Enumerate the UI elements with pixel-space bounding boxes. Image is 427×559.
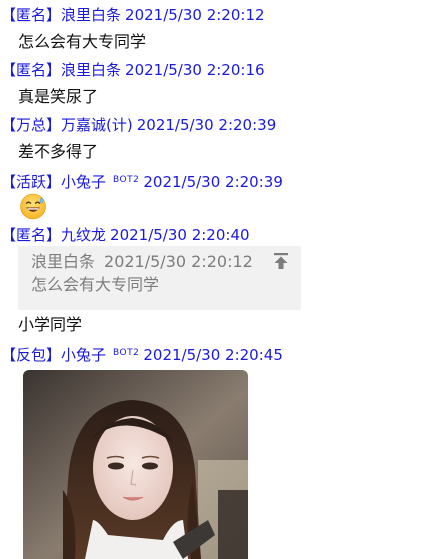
chat-log: 【匿名】浪里白条 2021/5/30 2:20:12 怎么会有大专同学 【匿名】浪… <box>0 0 427 559</box>
message-time: 2021/5/30 2:20:45 <box>143 346 283 364</box>
jump-to-top-icon[interactable] <box>271 251 291 271</box>
sender-name[interactable]: 万嘉诚(计) <box>61 116 133 134</box>
sender-tag: 【活跃】 <box>1 173 62 191</box>
sender-tag: 【匿名】 <box>1 6 62 24</box>
message-header: 【活跃】小兔子 BOT2 2021/5/30 2:20:39 <box>1 169 283 191</box>
quote-sender-name: 浪里白条 <box>31 252 96 271</box>
sender-tag: 【匿名】 <box>1 226 62 244</box>
bot-badge: BOT2 <box>113 348 140 358</box>
message-text: 差不多得了 <box>18 142 99 161</box>
message-header: 【匿名】浪里白条 2021/5/30 2:20:12 <box>1 4 265 26</box>
sender-name[interactable]: 浪里白条 <box>61 61 121 79</box>
sweat-smile-emoji[interactable] <box>19 192 47 220</box>
message-time: 2021/5/30 2:20:40 <box>110 226 250 244</box>
photo-of-woman[interactable] <box>23 370 248 559</box>
message-time: 2021/5/30 2:20:39 <box>136 116 277 134</box>
sender-tag: 【反包】 <box>1 346 62 364</box>
sender-name[interactable]: 小兔子 <box>61 346 106 364</box>
sender-tag: 【万总】 <box>1 116 62 134</box>
message-time: 2021/5/30 2:20:16 <box>125 61 265 79</box>
quote-time: 2021/5/30 2:20:12 <box>104 252 253 271</box>
message-header: 【匿名】浪里白条 2021/5/30 2:20:16 <box>1 59 265 81</box>
sender-name[interactable]: 浪里白条 <box>61 6 121 24</box>
message-text: 小学同学 <box>18 315 83 334</box>
message-header: 【反包】小兔子 BOT2 2021/5/30 2:20:45 <box>1 342 283 364</box>
sender-name[interactable]: 九纹龙 <box>61 226 106 244</box>
sender-name[interactable]: 小兔子 <box>61 173 106 191</box>
message-text: 真是笑尿了 <box>18 87 99 106</box>
quote-text: 怎么会有大专同学 <box>31 275 160 294</box>
photo-image <box>23 370 248 559</box>
message-time: 2021/5/30 2:20:12 <box>125 6 265 24</box>
sender-tag: 【匿名】 <box>1 61 62 79</box>
message-header: 【匿名】九纹龙 2021/5/30 2:20:40 <box>1 224 250 246</box>
bot-badge: BOT2 <box>113 175 140 185</box>
message-header: 【万总】万嘉诚(计) 2021/5/30 2:20:39 <box>1 114 276 136</box>
message-time: 2021/5/30 2:20:39 <box>143 173 283 191</box>
quote-header: 浪里白条 2021/5/30 2:20:12 <box>31 251 253 273</box>
quoted-reply[interactable]: 浪里白条 2021/5/30 2:20:12 怎么会有大专同学 <box>18 246 301 310</box>
message-text: 怎么会有大专同学 <box>18 32 147 51</box>
